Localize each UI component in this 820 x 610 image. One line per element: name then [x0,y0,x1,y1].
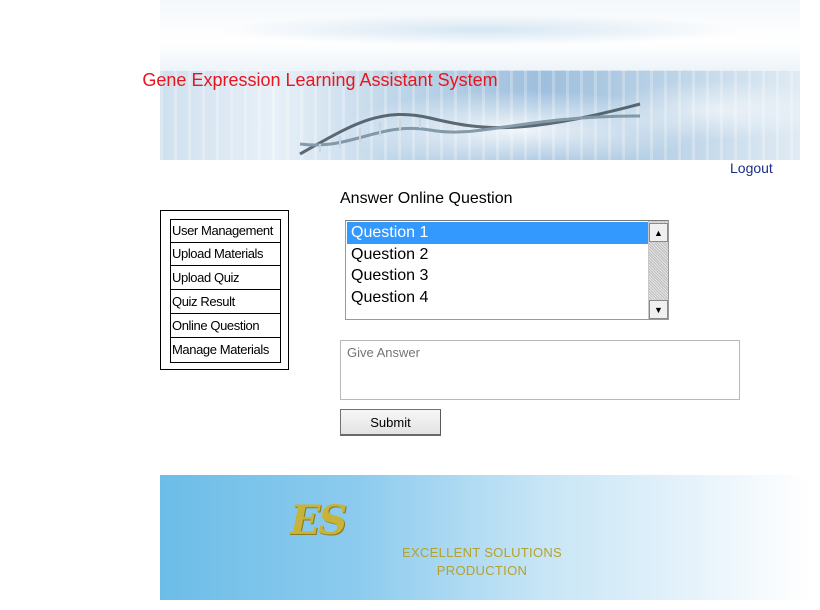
sidebar-menu: User Management Upload Materials Upload … [170,219,281,363]
footer-banner [160,475,810,600]
question-option[interactable]: Question 3 [347,265,648,287]
footer-company-name: EXCELLENT SOLUTIONS [401,545,563,560]
page-title: Gene Expression Learning Assistant Syste… [142,70,498,90]
section-title: Answer Online Question [340,190,513,207]
sidebar-item-upload-materials[interactable]: Upload Materials [171,243,280,266]
footer-company-tagline: PRODUCTION [436,563,528,578]
sidebar-item-quiz-result[interactable]: Quiz Result [171,290,280,314]
listbox-scrollbar[interactable]: ▲ ▼ [648,221,668,319]
scroll-up-arrow-icon[interactable]: ▲ [649,223,668,242]
question-option[interactable]: Question 4 [347,287,648,309]
scroll-down-arrow-icon[interactable]: ▼ [649,300,668,319]
question-option[interactable]: Question 2 [347,244,648,266]
footer-logo-mark: ES [290,497,347,544]
sidebar-item-manage-materials[interactable]: Manage Materials [171,338,280,362]
dna-helix-graphic [299,102,641,156]
banner-light-sweep [220,10,740,50]
submit-button[interactable]: Submit [340,409,441,436]
sidebar-item-online-question[interactable]: Online Question [171,314,280,338]
logout-link[interactable]: Logout [730,160,773,176]
answer-textarea[interactable] [340,340,740,400]
question-list: Question 1 Question 2 Question 3 Questio… [347,222,648,308]
sidebar-item-upload-quiz[interactable]: Upload Quiz [171,266,280,290]
question-option[interactable]: Question 1 [347,222,648,244]
question-listbox[interactable]: Question 1 Question 2 Question 3 Questio… [345,220,669,320]
sidebar-item-user-management[interactable]: User Management [171,220,280,243]
